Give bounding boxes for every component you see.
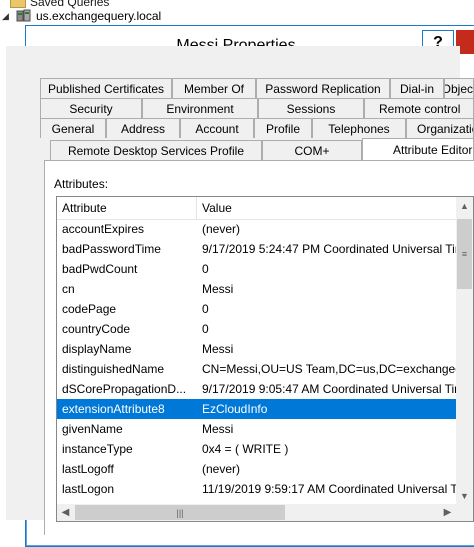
attribute-value: Messi	[202, 342, 234, 356]
attribute-name: instanceType	[62, 442, 133, 456]
list-row[interactable]: givenName Messi	[57, 419, 456, 439]
vertical-scrollbar[interactable]: ▲ ≡ ▼	[456, 197, 473, 504]
list-row[interactable]: distinguishedName CN=Messi,OU=US Team,DC=…	[57, 359, 456, 379]
column-header-value[interactable]: Value	[197, 197, 457, 219]
attribute-name: lastLogoff	[62, 462, 114, 476]
list-row[interactable]: codePage 0	[57, 299, 456, 319]
scroll-right-icon[interactable]: ▶	[439, 504, 456, 521]
scroll-up-icon[interactable]: ▲	[456, 197, 473, 214]
tab-security[interactable]: Security	[40, 98, 142, 118]
horizontal-scrollbar[interactable]: ◀ ||| ▶	[57, 504, 456, 521]
tree-item-domain[interactable]: ◢ us.exchangequery.local	[2, 7, 161, 25]
attribute-value: EzCloudInfo	[202, 402, 268, 416]
attribute-name: badPwdCount	[62, 262, 138, 276]
attributes-list[interactable]: Attribute Value accountExpires (never) ba…	[56, 196, 474, 522]
expander-icon[interactable]: ◢	[2, 11, 12, 22]
attribute-value: Messi	[202, 422, 234, 436]
tab-member-of[interactable]: Member Of	[172, 78, 256, 98]
tab-sessions[interactable]: Sessions	[258, 98, 364, 118]
tab-environment[interactable]: Environment	[142, 98, 258, 118]
tab-object[interactable]: Object	[444, 78, 474, 98]
scroll-left-icon[interactable]: ◀	[57, 504, 74, 521]
attribute-value: (never)	[202, 462, 241, 476]
vertical-scroll-thumb[interactable]: ≡	[457, 219, 472, 289]
list-row[interactable]: accountExpires (never)	[57, 219, 456, 239]
attribute-name: givenName	[62, 422, 123, 436]
column-header-attribute[interactable]: Attribute	[57, 197, 197, 219]
tab-com-plus[interactable]: COM+	[262, 140, 362, 160]
list-row[interactable]: badPwdCount 0	[57, 259, 456, 279]
tab-profile[interactable]: Profile	[254, 118, 312, 138]
attribute-name: extensionAttribute8	[62, 402, 165, 416]
list-row[interactable]: dSCorePropagationD... 9/17/2019 9:05:47 A…	[57, 379, 456, 399]
tab-remote-desktop-services-profile[interactable]: Remote Desktop Services Profile	[50, 140, 262, 160]
list-row-selected[interactable]: extensionAttribute8 EzCloudInfo	[57, 399, 456, 419]
list-row[interactable]: countryCode 0	[57, 319, 456, 339]
attribute-value: 9/17/2019 5:24:47 PM Coordinated Univers…	[202, 242, 456, 256]
tab-dial-in[interactable]: Dial-in	[390, 78, 444, 98]
tab-password-replication[interactable]: Password Replication	[256, 78, 390, 98]
tab-organization[interactable]: Organization	[406, 118, 474, 138]
tab-published-certificates[interactable]: Published Certificates	[40, 78, 172, 98]
horizontal-scroll-thumb[interactable]: |||	[75, 505, 285, 520]
list-row[interactable]: lastLogoff (never)	[57, 459, 456, 479]
attribute-value: 11/19/2019 9:59:17 AM Coordinated Univer…	[202, 482, 456, 496]
attribute-name: dSCorePropagationD...	[62, 382, 187, 396]
list-row[interactable]: lastLogon 11/19/2019 9:59:17 AM Coordinat…	[57, 479, 456, 499]
list-row[interactable]: displayName Messi	[57, 339, 456, 359]
list-row[interactable]: cn Messi	[57, 279, 456, 299]
attribute-name: lastLogon	[62, 482, 115, 496]
attribute-name: cn	[62, 282, 75, 296]
attribute-name: badPasswordTime	[62, 242, 161, 256]
tab-general[interactable]: General	[40, 118, 106, 138]
tab-telephones[interactable]: Telephones	[312, 118, 406, 138]
list-header: Attribute Value	[57, 197, 456, 220]
attribute-name: displayName	[62, 342, 132, 356]
tab-attribute-editor[interactable]: Attribute Editor	[362, 138, 474, 160]
attribute-value: 0	[202, 302, 209, 316]
attribute-value: CN=Messi,OU=US Team,DC=us,DC=exchangeque…	[202, 362, 456, 376]
domain-icon	[16, 9, 32, 23]
list-row[interactable]: badPasswordTime 9/17/2019 5:24:47 PM Coor…	[57, 239, 456, 259]
list-rows: accountExpires (never) badPasswordTime 9/1…	[57, 219, 456, 509]
attribute-value: 0x4 = ( WRITE )	[202, 442, 289, 456]
attributes-label: Attributes:	[54, 177, 109, 191]
attribute-name: accountExpires	[62, 222, 145, 236]
scrollbar-corner	[456, 504, 473, 521]
attribute-value: 0	[202, 262, 209, 276]
attribute-name: distinguishedName	[62, 362, 165, 376]
attribute-value: (never)	[202, 222, 241, 236]
list-row[interactable]: instanceType 0x4 = ( WRITE )	[57, 439, 456, 459]
tab-account[interactable]: Account	[180, 118, 254, 138]
attribute-name: codePage	[62, 302, 117, 316]
attribute-name: countryCode	[62, 322, 131, 336]
domain-label: us.exchangequery.local	[36, 9, 162, 23]
attribute-value: 9/17/2019 9:05:47 AM Coordinated Univers…	[202, 382, 456, 396]
tab-address[interactable]: Address	[106, 118, 180, 138]
attribute-value: Messi	[202, 282, 234, 296]
tab-remote-control[interactable]: Remote control	[364, 98, 474, 118]
attribute-value: 0	[202, 322, 209, 336]
scroll-down-icon[interactable]: ▼	[456, 487, 473, 504]
